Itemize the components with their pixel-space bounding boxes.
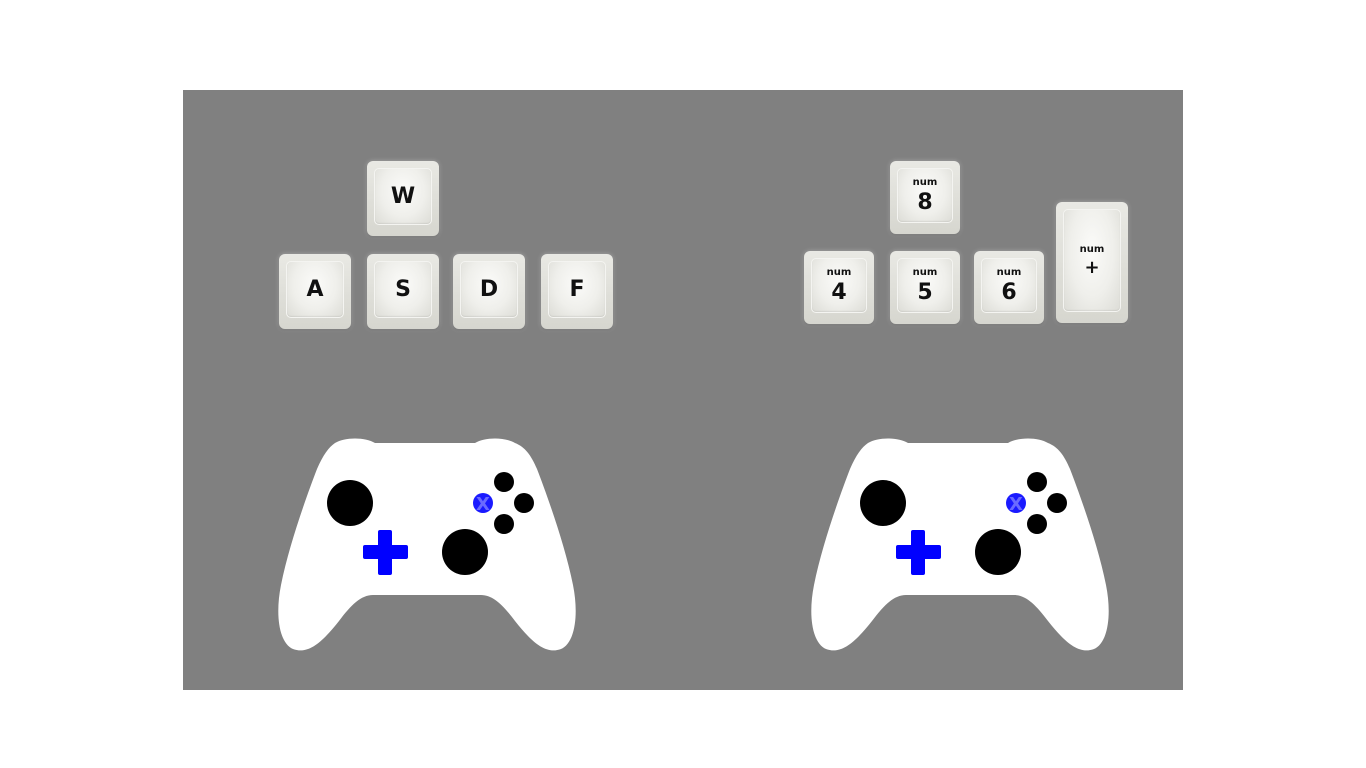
b-button-icon xyxy=(514,493,534,513)
right-stick-icon xyxy=(442,529,488,575)
game-stage: W A S D F num 8 num 4 num 5 num 6 num + … xyxy=(183,90,1183,690)
gamepad-icon-player1: X xyxy=(278,438,576,651)
key-num6: num 6 xyxy=(974,251,1044,324)
key-d: D xyxy=(453,254,525,329)
gamepad-icon-player2: X xyxy=(811,438,1109,651)
gamepad-body xyxy=(811,438,1109,651)
x-button-label: X xyxy=(476,494,490,515)
key-num6-prefix: num xyxy=(996,266,1022,278)
key-num8: num 8 xyxy=(890,161,960,234)
right-stick-icon xyxy=(975,529,1021,575)
key-a-label: A xyxy=(306,276,324,302)
key-num8-prefix: num xyxy=(912,176,938,188)
y-button-icon xyxy=(494,472,514,492)
key-d-label: D xyxy=(479,276,499,302)
key-num4-label: 4 xyxy=(831,279,847,305)
key-num5: num 5 xyxy=(890,251,960,324)
key-s: S xyxy=(367,254,439,329)
key-num8-label: 8 xyxy=(917,189,933,215)
x-button-label: X xyxy=(1009,494,1023,515)
key-num6-label: 6 xyxy=(1001,279,1017,305)
key-num5-prefix: num xyxy=(912,266,938,278)
key-num4: num 4 xyxy=(804,251,874,324)
left-stick-icon xyxy=(327,480,373,526)
key-numplus: num + xyxy=(1056,202,1128,323)
a-button-icon xyxy=(1027,514,1047,534)
key-w: W xyxy=(367,161,439,236)
y-button-icon xyxy=(1027,472,1047,492)
key-s-label: S xyxy=(395,276,411,302)
key-a: A xyxy=(279,254,351,329)
key-numplus-prefix: num xyxy=(1079,243,1105,255)
key-w-label: W xyxy=(390,183,416,209)
key-f-label: F xyxy=(569,276,585,302)
key-f: F xyxy=(541,254,613,329)
left-stick-icon xyxy=(860,480,906,526)
gamepad-body xyxy=(278,438,576,651)
key-numplus-label: + xyxy=(1084,256,1100,278)
b-button-icon xyxy=(1047,493,1067,513)
key-num4-prefix: num xyxy=(826,266,852,278)
key-num5-label: 5 xyxy=(917,279,933,305)
a-button-icon xyxy=(494,514,514,534)
